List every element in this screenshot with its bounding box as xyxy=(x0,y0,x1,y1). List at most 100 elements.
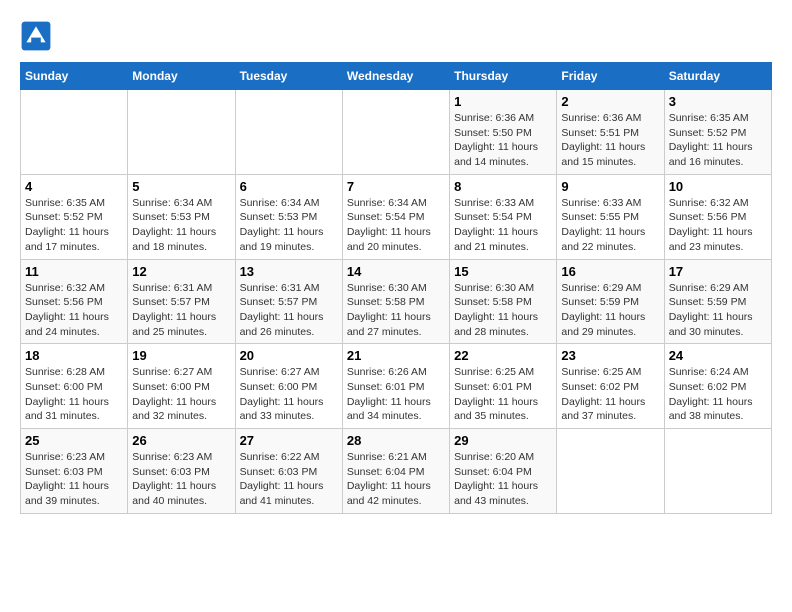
day-info: Sunrise: 6:35 AM Sunset: 5:52 PM Dayligh… xyxy=(669,111,767,170)
day-cell: 15Sunrise: 6:30 AM Sunset: 5:58 PM Dayli… xyxy=(450,259,557,344)
day-info: Sunrise: 6:22 AM Sunset: 6:03 PM Dayligh… xyxy=(240,450,338,509)
day-cell: 27 Sunrise: 6:22 AM Sunset: 6:03 PM Dayli… xyxy=(235,429,342,514)
day-number: 2 xyxy=(561,94,659,109)
logo xyxy=(20,20,58,52)
calendar-table: SundayMondayTuesdayWednesdayThursdayFrid… xyxy=(20,62,772,514)
header-cell-sunday: Sunday xyxy=(21,63,128,90)
day-number: 9 xyxy=(561,179,659,194)
day-number: 3 xyxy=(669,94,767,109)
day-cell: 29 Sunrise: 6:20 AM Sunset: 6:04 PM Dayli… xyxy=(450,429,557,514)
day-number: 4 xyxy=(25,179,123,194)
header-cell-tuesday: Tuesday xyxy=(235,63,342,90)
day-cell: 14 Sunrise: 6:30 AM Sunset: 5:58 PM Dayli… xyxy=(342,259,449,344)
page-header xyxy=(20,20,772,52)
header-cell-wednesday: Wednesday xyxy=(342,63,449,90)
day-cell: 13 Sunrise: 6:31 AM Sunset: 5:57 PM Dayli… xyxy=(235,259,342,344)
day-number: 8 xyxy=(454,179,552,194)
day-number: 14 xyxy=(347,264,445,279)
day-info: Sunrise: 6:25 AM Sunset: 6:02 PM Dayligh… xyxy=(561,365,659,424)
day-cell: 18Sunrise: 6:28 AM Sunset: 6:00 PM Dayli… xyxy=(21,344,128,429)
day-cell: 28Sunrise: 6:21 AM Sunset: 6:04 PM Dayli… xyxy=(342,429,449,514)
day-info: Sunrise: 6:34 AM Sunset: 5:53 PM Dayligh… xyxy=(132,196,230,255)
day-number: 17 xyxy=(669,264,767,279)
day-number: 22 xyxy=(454,348,552,363)
day-number: 24 xyxy=(669,348,767,363)
day-number: 20 xyxy=(240,348,338,363)
day-cell: 16Sunrise: 6:29 AM Sunset: 5:59 PM Dayli… xyxy=(557,259,664,344)
week-row-4: 18Sunrise: 6:28 AM Sunset: 6:00 PM Dayli… xyxy=(21,344,772,429)
day-number: 6 xyxy=(240,179,338,194)
day-cell: 23 Sunrise: 6:25 AM Sunset: 6:02 PM Dayli… xyxy=(557,344,664,429)
day-number: 21 xyxy=(347,348,445,363)
day-cell: 19 Sunrise: 6:27 AM Sunset: 6:00 PM Dayli… xyxy=(128,344,235,429)
header-cell-friday: Friday xyxy=(557,63,664,90)
day-info: Sunrise: 6:36 AM Sunset: 5:50 PM Dayligh… xyxy=(454,111,552,170)
day-info: Sunrise: 6:25 AM Sunset: 6:01 PM Dayligh… xyxy=(454,365,552,424)
day-info: Sunrise: 6:26 AM Sunset: 6:01 PM Dayligh… xyxy=(347,365,445,424)
header-row: SundayMondayTuesdayWednesdayThursdayFrid… xyxy=(21,63,772,90)
day-info: Sunrise: 6:27 AM Sunset: 6:00 PM Dayligh… xyxy=(132,365,230,424)
day-info: Sunrise: 6:34 AM Sunset: 5:53 PM Dayligh… xyxy=(240,196,338,255)
day-cell xyxy=(128,90,235,175)
day-number: 5 xyxy=(132,179,230,194)
day-number: 7 xyxy=(347,179,445,194)
day-number: 27 xyxy=(240,433,338,448)
day-info: Sunrise: 6:30 AM Sunset: 5:58 PM Dayligh… xyxy=(347,281,445,340)
logo-icon xyxy=(20,20,52,52)
day-cell: 20Sunrise: 6:27 AM Sunset: 6:00 PM Dayli… xyxy=(235,344,342,429)
day-number: 26 xyxy=(132,433,230,448)
day-info: Sunrise: 6:23 AM Sunset: 6:03 PM Dayligh… xyxy=(25,450,123,509)
day-cell: 22 Sunrise: 6:25 AM Sunset: 6:01 PM Dayli… xyxy=(450,344,557,429)
day-info: Sunrise: 6:35 AM Sunset: 5:52 PM Dayligh… xyxy=(25,196,123,255)
day-info: Sunrise: 6:33 AM Sunset: 5:54 PM Dayligh… xyxy=(454,196,552,255)
day-info: Sunrise: 6:20 AM Sunset: 6:04 PM Dayligh… xyxy=(454,450,552,509)
day-cell: 4 Sunrise: 6:35 AM Sunset: 5:52 PM Daylig… xyxy=(21,174,128,259)
week-row-5: 25Sunrise: 6:23 AM Sunset: 6:03 PM Dayli… xyxy=(21,429,772,514)
day-info: Sunrise: 6:36 AM Sunset: 5:51 PM Dayligh… xyxy=(561,111,659,170)
day-number: 29 xyxy=(454,433,552,448)
day-cell: 8 Sunrise: 6:33 AM Sunset: 5:54 PM Daylig… xyxy=(450,174,557,259)
day-info: Sunrise: 6:31 AM Sunset: 5:57 PM Dayligh… xyxy=(132,281,230,340)
day-info: Sunrise: 6:29 AM Sunset: 5:59 PM Dayligh… xyxy=(669,281,767,340)
day-info: Sunrise: 6:24 AM Sunset: 6:02 PM Dayligh… xyxy=(669,365,767,424)
day-cell: 12 Sunrise: 6:31 AM Sunset: 5:57 PM Dayli… xyxy=(128,259,235,344)
day-cell xyxy=(342,90,449,175)
day-info: Sunrise: 6:31 AM Sunset: 5:57 PM Dayligh… xyxy=(240,281,338,340)
day-cell: 1 Sunrise: 6:36 AM Sunset: 5:50 PM Daylig… xyxy=(450,90,557,175)
header-cell-saturday: Saturday xyxy=(664,63,771,90)
day-number: 19 xyxy=(132,348,230,363)
day-info: Sunrise: 6:23 AM Sunset: 6:03 PM Dayligh… xyxy=(132,450,230,509)
day-cell: 6 Sunrise: 6:34 AM Sunset: 5:53 PM Daylig… xyxy=(235,174,342,259)
day-cell: 2 Sunrise: 6:36 AM Sunset: 5:51 PM Daylig… xyxy=(557,90,664,175)
week-row-2: 4 Sunrise: 6:35 AM Sunset: 5:52 PM Daylig… xyxy=(21,174,772,259)
day-number: 23 xyxy=(561,348,659,363)
day-cell xyxy=(21,90,128,175)
day-cell xyxy=(557,429,664,514)
day-cell: 25Sunrise: 6:23 AM Sunset: 6:03 PM Dayli… xyxy=(21,429,128,514)
day-number: 28 xyxy=(347,433,445,448)
day-cell: 3 Sunrise: 6:35 AM Sunset: 5:52 PM Daylig… xyxy=(664,90,771,175)
day-cell: 17 Sunrise: 6:29 AM Sunset: 5:59 PM Dayli… xyxy=(664,259,771,344)
day-info: Sunrise: 6:33 AM Sunset: 5:55 PM Dayligh… xyxy=(561,196,659,255)
day-cell: 24 Sunrise: 6:24 AM Sunset: 6:02 PM Dayli… xyxy=(664,344,771,429)
day-info: Sunrise: 6:28 AM Sunset: 6:00 PM Dayligh… xyxy=(25,365,123,424)
day-cell xyxy=(235,90,342,175)
day-info: Sunrise: 6:30 AM Sunset: 5:58 PM Dayligh… xyxy=(454,281,552,340)
day-number: 10 xyxy=(669,179,767,194)
day-number: 12 xyxy=(132,264,230,279)
day-cell xyxy=(664,429,771,514)
day-number: 11 xyxy=(25,264,123,279)
header-cell-thursday: Thursday xyxy=(450,63,557,90)
day-cell: 7 Sunrise: 6:34 AM Sunset: 5:54 PM Daylig… xyxy=(342,174,449,259)
day-number: 13 xyxy=(240,264,338,279)
day-cell: 9 Sunrise: 6:33 AM Sunset: 5:55 PM Daylig… xyxy=(557,174,664,259)
day-info: Sunrise: 6:32 AM Sunset: 5:56 PM Dayligh… xyxy=(25,281,123,340)
day-cell: 21 Sunrise: 6:26 AM Sunset: 6:01 PM Dayli… xyxy=(342,344,449,429)
header-cell-monday: Monday xyxy=(128,63,235,90)
day-info: Sunrise: 6:32 AM Sunset: 5:56 PM Dayligh… xyxy=(669,196,767,255)
day-number: 1 xyxy=(454,94,552,109)
week-row-3: 11 Sunrise: 6:32 AM Sunset: 5:56 PM Dayli… xyxy=(21,259,772,344)
day-cell: 26 Sunrise: 6:23 AM Sunset: 6:03 PM Dayli… xyxy=(128,429,235,514)
day-info: Sunrise: 6:34 AM Sunset: 5:54 PM Dayligh… xyxy=(347,196,445,255)
day-cell: 11 Sunrise: 6:32 AM Sunset: 5:56 PM Dayli… xyxy=(21,259,128,344)
